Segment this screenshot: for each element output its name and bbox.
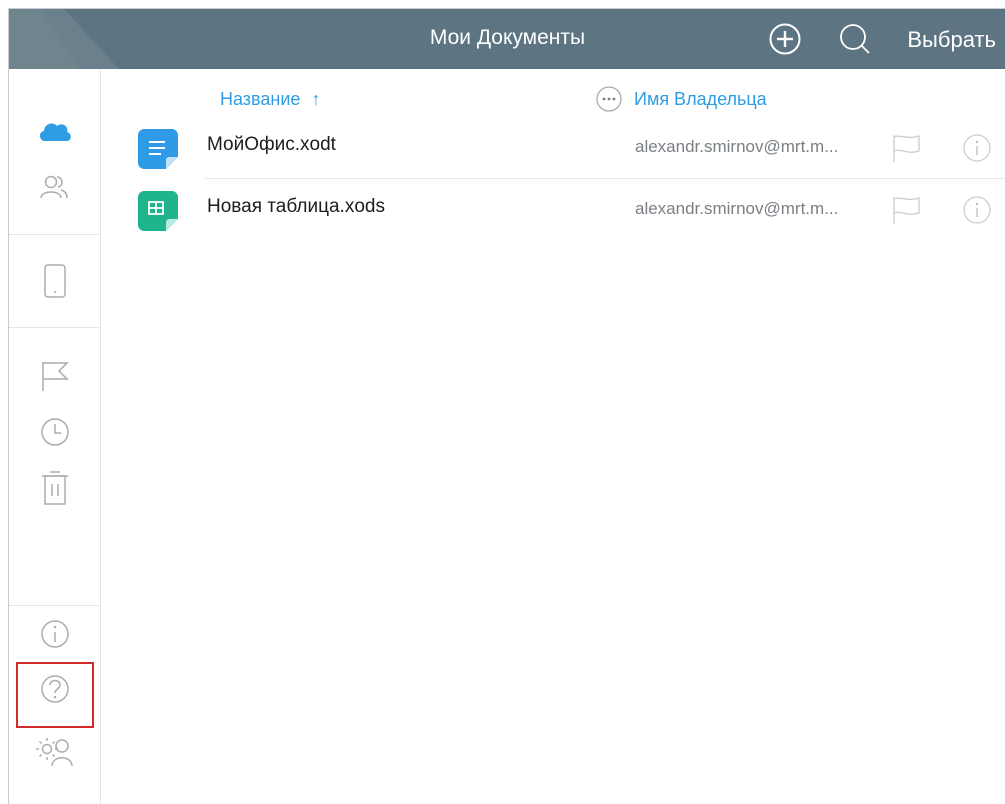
file-row[interactable]: МойОфис.xodt alexandr.smirnov@mrt.m... (129, 117, 1005, 179)
spreadsheet-icon (138, 191, 178, 231)
highlight-box (16, 662, 94, 728)
flag-icon[interactable] (36, 357, 74, 395)
owner-column-header[interactable]: Имя Владельца (634, 89, 767, 110)
top-bar: Мои Документы Выбрать (9, 9, 1005, 69)
file-owner: alexandr.smirnov@mrt.m... (635, 199, 839, 218)
sidebar-divider (9, 605, 100, 606)
flag-icon[interactable] (889, 131, 923, 165)
sort-arrow-icon: ↑ (311, 89, 321, 109)
select-button[interactable]: Выбрать (907, 9, 996, 69)
clock-icon[interactable] (36, 413, 74, 451)
info-icon[interactable] (36, 615, 74, 653)
info-icon[interactable] (960, 193, 994, 227)
device-icon[interactable] (36, 262, 74, 300)
file-owner: alexandr.smirnov@mrt.m... (635, 137, 839, 156)
name-column-label: Название (220, 89, 301, 109)
text-document-icon (138, 129, 178, 169)
name-column-header[interactable]: Название ↑ (220, 89, 320, 110)
cloud-icon[interactable] (36, 114, 74, 152)
file-name: МойОфис.xodt (207, 134, 336, 155)
app-window: Мои Документы Выбрать Название ↑ Имя Вла… (8, 8, 1005, 804)
file-row[interactable]: Новая таблица.xods alexandr.smirnov@mrt.… (129, 179, 1005, 241)
sidebar-divider (9, 327, 100, 328)
info-icon[interactable] (960, 131, 994, 165)
plus-circle-icon[interactable] (768, 22, 802, 56)
sidebar-divider (9, 234, 100, 235)
users-icon[interactable] (36, 169, 74, 207)
user-settings-icon[interactable] (33, 729, 77, 773)
trash-icon[interactable] (36, 469, 74, 507)
flag-icon[interactable] (889, 193, 923, 227)
search-icon[interactable] (838, 22, 872, 56)
more-icon[interactable] (595, 85, 623, 113)
file-name: Новая таблица.xods (207, 196, 385, 217)
